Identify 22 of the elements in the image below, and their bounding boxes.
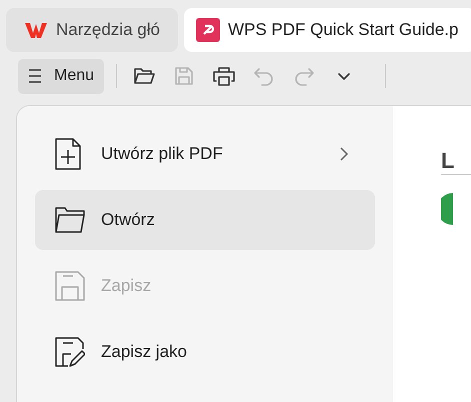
tab[interactable]: Narzędzia głó — [6, 8, 178, 52]
document-heading: L — [441, 148, 471, 175]
chevron-down-icon — [337, 71, 352, 81]
menu-item[interactable]: Zapisz jako — [35, 322, 375, 382]
save-icon — [174, 66, 194, 86]
folder-icon — [55, 207, 85, 233]
folder-icon — [133, 66, 156, 86]
printer-icon — [213, 66, 236, 86]
undo-icon — [253, 66, 276, 86]
save-as-icon — [55, 336, 85, 368]
circle-drawing — [441, 193, 453, 225]
pdf-logo-icon — [196, 18, 220, 42]
menu-icon — [28, 68, 42, 84]
redo-icon — [293, 66, 316, 86]
menu-item[interactable]: Utwórz plik PDF — [35, 124, 375, 184]
file-plus-icon — [55, 138, 81, 170]
chevron-right-icon — [339, 146, 349, 162]
save-icon — [55, 271, 85, 301]
menu-item[interactable]: Otwórz — [35, 190, 375, 250]
tab[interactable]: WPS PDF Quick Start Guide.p — [184, 8, 471, 52]
logo-icon — [24, 21, 48, 39]
menu-button[interactable]: Menu — [18, 58, 104, 94]
